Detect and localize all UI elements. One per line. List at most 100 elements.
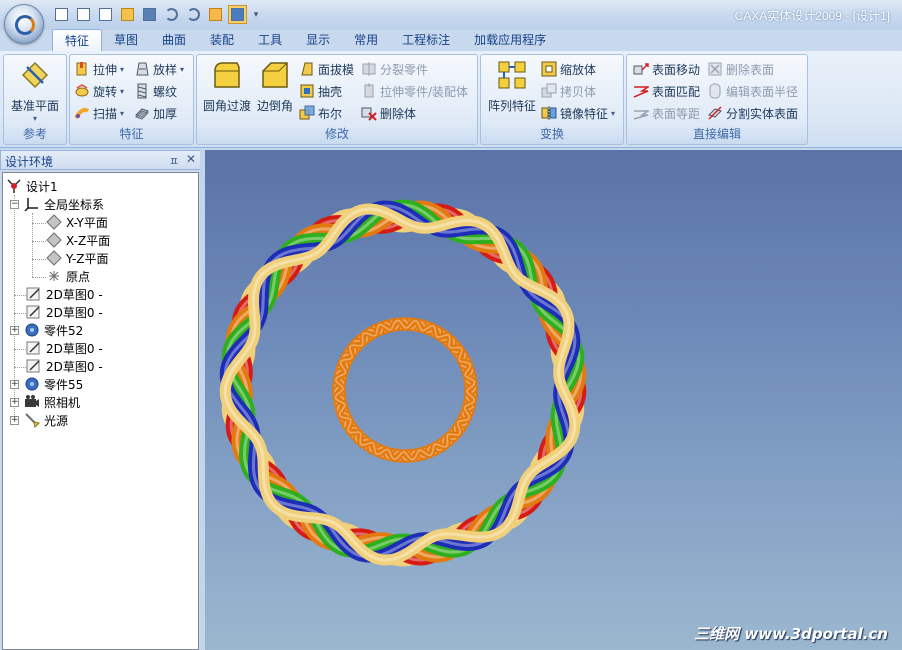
close-doc-icon[interactable] [74,5,93,24]
collapse-icon[interactable]: − [10,200,19,209]
highlight-icon[interactable] [206,5,225,24]
open-icon[interactable] [96,5,115,24]
move-face-icon [633,63,649,75]
pattern-feature-button[interactable]: 阵列特征 [484,57,540,114]
tree-item-xz-plane[interactable]: X-Z平面 [46,231,110,249]
redo-icon[interactable] [184,5,203,24]
fillet-button[interactable]: 圆角过渡 [201,57,253,114]
plane-icon [46,214,62,230]
tab-annotation[interactable]: 工程标注 [390,29,462,51]
pin-icon[interactable]: ㅍ [169,153,179,169]
mirror-feature-button[interactable]: 镜像特征 ▾ [541,103,615,123]
split-part-label: 分裂零件 [380,62,429,77]
expand-icon[interactable]: + [10,380,19,389]
revolve-button[interactable]: 旋转 ▾ [74,81,124,101]
offset-face-button[interactable]: 表面等距 [633,103,700,123]
tree-label: 零件55 [44,377,84,392]
3d-viewport[interactable]: 三维网 www.3dportal.cn [205,150,902,650]
draft-face-button[interactable]: 面拔模 [299,59,354,79]
boolean-icon [299,105,315,120]
tab-surface[interactable]: 曲面 [150,29,198,51]
tab-sketch[interactable]: 草图 [102,29,150,51]
stretch-part-button[interactable]: 拉伸零件/装配体 [361,81,468,101]
thread-button[interactable]: 螺纹 [134,81,177,101]
close-icon[interactable]: ✕ [186,152,196,166]
loft-label: 放样 [153,62,178,77]
extrude-button[interactable]: 拉伸 ▾ [74,59,124,79]
small-twisted-ring[interactable] [331,316,479,464]
fillet-icon [214,62,240,88]
folder-icon[interactable] [118,5,137,24]
shell-button[interactable]: 抽壳 [299,81,342,101]
tab-common[interactable]: 常用 [342,29,390,51]
thread-icon [137,83,147,99]
undo-icon[interactable] [162,5,181,24]
coordinate-system-icon [24,198,38,212]
split-solid-face-button[interactable]: 分割实体表面 [707,103,798,123]
tree-item-sketch-4[interactable]: 2D草图0 - [26,357,103,375]
tree-item-sketch-2[interactable]: 2D草图0 - [26,303,103,321]
quick-access-toolbar: ▾ [52,5,262,24]
move-face-button[interactable]: 表面移动 [633,59,700,79]
watermark: 三维网 www.3dportal.cn [694,625,888,643]
light-icon [25,413,40,428]
ribbon: 基准平面 ▾ 参考 拉伸 ▾ 旋转 ▾ 扫描 ▾ 放样 ▾ 螺纹 加厚 特征 圆… [0,51,902,148]
expand-icon[interactable]: + [10,416,19,425]
loft-button[interactable]: 放样 ▾ [134,59,184,79]
tree-label: 2D草图0 - [46,359,103,374]
copy-body-button[interactable]: 拷贝体 [541,81,596,101]
tab-addins[interactable]: 加载应用程序 [462,29,558,51]
panel-title: 设计环境 [5,155,54,169]
tree-label: 2D草图0 - [46,341,103,356]
tab-feature[interactable]: 特征 [52,29,103,51]
expand-icon[interactable]: + [10,326,19,335]
thicken-label: 加厚 [153,106,178,121]
large-twisted-ring[interactable] [219,199,587,567]
tree-item-sketch-3[interactable]: 2D草图0 - [26,339,103,357]
match-face-button[interactable]: 表面匹配 [633,81,700,101]
fillet-label: 圆角过渡 [202,99,251,113]
tree-item-light[interactable]: 光源 [24,411,68,429]
dropdown-icon[interactable]: ▾ [250,5,262,24]
tree-item-yz-plane[interactable]: Y-Z平面 [46,249,108,267]
select-tool-icon[interactable] [228,5,247,24]
loft-icon [136,62,149,76]
tree-label: 零件52 [44,323,84,338]
tree-item-design1[interactable]: 设计1 [6,177,58,195]
delete-body-button[interactable]: 删除体 [361,103,416,123]
tree-item-part52[interactable]: 零件52 [24,321,83,339]
expand-icon[interactable]: + [10,398,19,407]
tree-item-part55[interactable]: 零件55 [24,375,83,393]
edit-face-radius-button[interactable]: 编辑表面半径 [707,81,798,101]
part-icon [25,323,39,337]
tree-label: 设计1 [26,179,58,194]
chevron-down-icon: ▾ [120,86,125,96]
split-part-button[interactable]: 分裂零件 [361,59,428,79]
tree-item-sketch-1[interactable]: 2D草图0 - [26,285,103,303]
pattern-feature-label: 阵列特征 [487,99,536,113]
chamfer-button[interactable]: 边倒角 [255,57,295,114]
sketch-icon [26,305,40,319]
offset-face-label: 表面等距 [652,106,701,121]
delete-face-button[interactable]: 删除表面 [707,59,774,79]
tab-display[interactable]: 显示 [294,29,342,51]
match-face-icon [633,86,649,98]
tab-assembly[interactable]: 装配 [198,29,246,51]
tree-label: 照相机 [44,395,81,410]
new-icon[interactable] [52,5,71,24]
save-icon[interactable] [140,5,159,24]
tree-item-camera[interactable]: 照相机 [24,393,80,411]
tree-label: 光源 [44,413,69,428]
tree-item-origin[interactable]: 原点 [46,267,90,285]
tree-item-xy-plane[interactable]: X-Y平面 [46,213,108,231]
thicken-button[interactable]: 加厚 [134,103,177,123]
application-menu-button[interactable] [4,4,44,44]
sweep-button[interactable]: 扫描 ▾ [74,103,124,123]
split-part-icon [362,62,376,76]
boolean-button[interactable]: 布尔 [299,103,342,123]
scale-body-button[interactable]: 缩放体 [541,59,596,79]
datum-plane-button[interactable]: 基准平面 ▾ [6,57,64,123]
tree-item-global-coord[interactable]: 全局坐标系 [24,195,104,213]
tree-label: 原点 [66,269,91,284]
tab-tools[interactable]: 工具 [246,29,294,51]
